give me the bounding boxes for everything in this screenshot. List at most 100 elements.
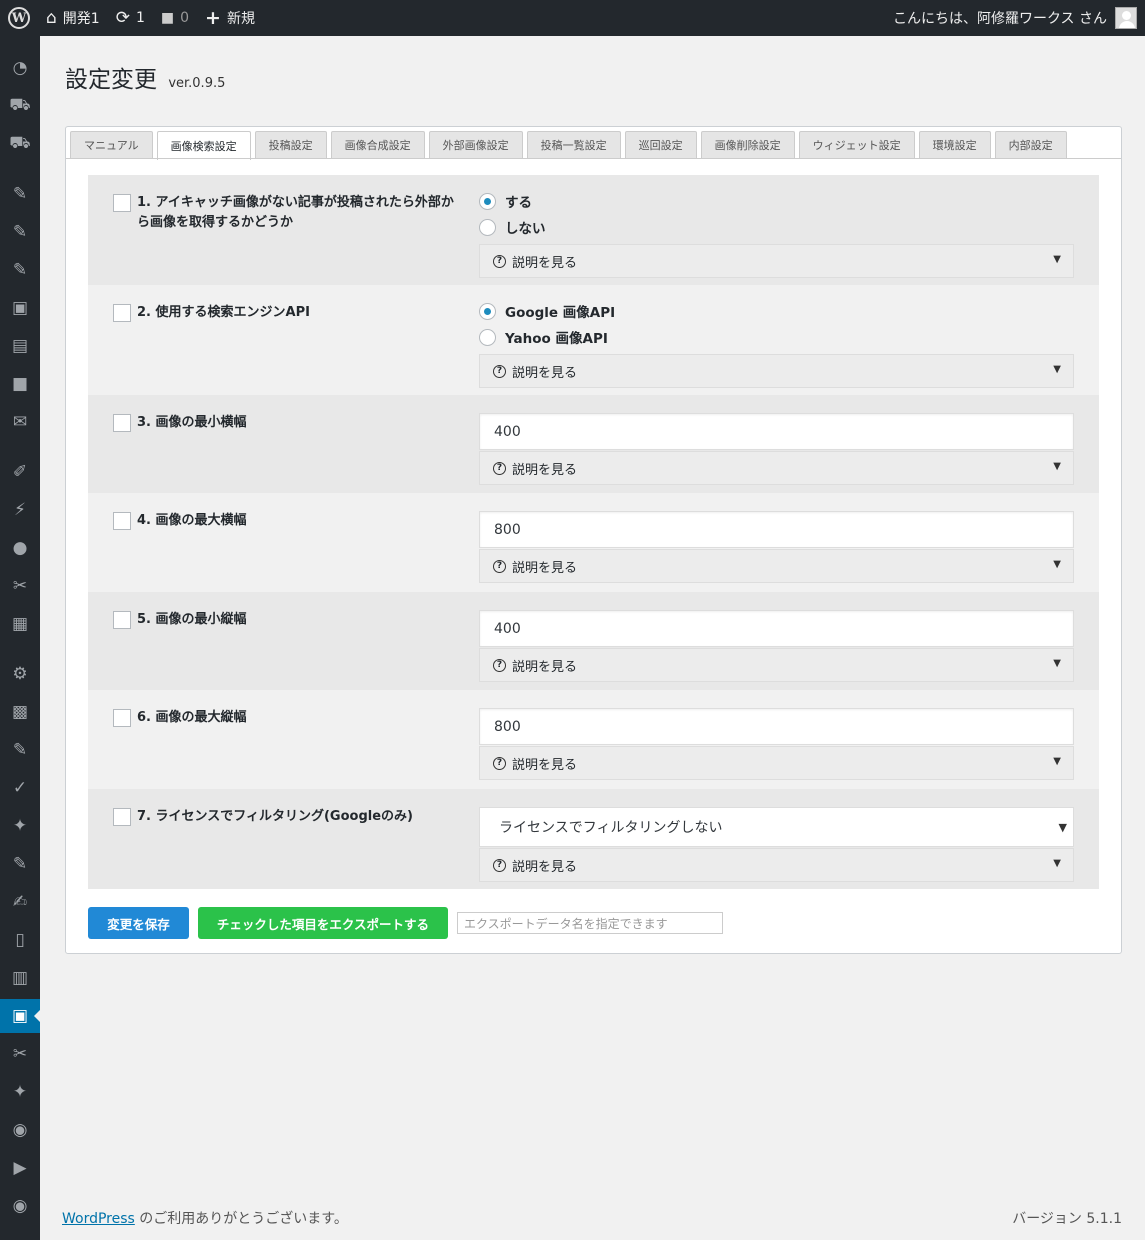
account-menu[interactable]: こんにちは、阿修羅ワークス さん <box>893 7 1145 29</box>
action-bar: 変更を保存 チェックした項目をエクスポートする エクスポートデータ名を指定できま… <box>88 907 723 939</box>
mobile-icon[interactable]: ▯ <box>0 923 40 957</box>
tab-patrol[interactable]: 巡回設定 <box>624 131 697 158</box>
setting-control: 800 ? 説明を見る ▼ <box>479 708 1074 780</box>
radio-option[interactable]: Google 画像API <box>479 298 1074 324</box>
export-name-input[interactable]: エクスポートデータ名を指定できます <box>457 912 723 934</box>
tools-icon[interactable]: ✂ <box>0 569 40 603</box>
help-toggle[interactable]: ? 説明を見る ▼ <box>479 244 1074 278</box>
tab-environment[interactable]: 環境設定 <box>918 131 991 158</box>
help-toggle[interactable]: ? 説明を見る ▼ <box>479 451 1074 485</box>
pin-icon[interactable]: ✎ <box>0 177 40 211</box>
setting-label: 2. 使用する検索エンジンAPI <box>113 303 458 323</box>
setting-label: 1. アイキャッチ画像がない記事が投稿されたら外部から画像を取得するかどうか <box>113 193 458 233</box>
import-icon[interactable]: ▦ <box>0 607 40 641</box>
site-name: 開発1 <box>62 11 100 27</box>
cart-icon[interactable]: ⛟ <box>0 89 40 123</box>
tab-image-delete[interactable]: 画像削除設定 <box>700 131 795 158</box>
wordpress-link[interactable]: WordPress <box>62 1211 135 1227</box>
comments-menu[interactable]: ■ 0 <box>153 0 197 36</box>
help-label: 説明を見る <box>512 365 578 381</box>
pencil-icon[interactable]: ✎ <box>0 733 40 767</box>
tab-post-list[interactable]: 投稿一覧設定 <box>526 131 621 158</box>
tab-internal[interactable]: 内部設定 <box>994 131 1067 158</box>
help-toggle[interactable]: ? 説明を見る ▼ <box>479 648 1074 682</box>
radio-option[interactable]: する <box>479 188 1074 214</box>
help-label: 説明を見る <box>512 859 578 875</box>
help-toggle[interactable]: ? 説明を見る ▼ <box>479 848 1074 882</box>
caret-down-icon: ▼ <box>1053 756 1061 767</box>
home-icon: ⌂ <box>46 8 57 28</box>
radio-option[interactable]: しない <box>479 214 1074 240</box>
new-label: 新規 <box>226 11 255 27</box>
twitter-icon[interactable]: ✦ <box>0 1075 40 1109</box>
tab-external-image[interactable]: 外部画像設定 <box>428 131 523 158</box>
layout-icon[interactable]: ▥ <box>0 961 40 995</box>
help-label: 説明を見る <box>512 462 578 478</box>
radio-button[interactable] <box>479 328 496 346</box>
play-icon[interactable]: ◉ <box>0 1189 40 1223</box>
export-checkbox[interactable] <box>113 808 131 826</box>
qr-icon[interactable]: ▩ <box>0 695 40 729</box>
min-height-input[interactable]: 400 <box>479 610 1074 647</box>
pin-icon[interactable]: ✎ <box>0 215 40 249</box>
media-icon[interactable]: ▣ <box>0 291 40 325</box>
comments-count: 0 <box>180 10 190 26</box>
tab-post[interactable]: 投稿設定 <box>254 131 327 158</box>
mail-icon[interactable]: ✉ <box>0 405 40 439</box>
tab-image-search[interactable]: 画像検索設定 <box>156 131 251 160</box>
export-button[interactable]: チェックした項目をエクスポートする <box>198 907 448 939</box>
appearance-icon[interactable]: ✐ <box>0 455 40 489</box>
help-toggle[interactable]: ? 説明を見る ▼ <box>479 746 1074 780</box>
settings-gear-icon[interactable]: ⚙ <box>0 657 40 691</box>
rss-icon[interactable]: ◉ <box>0 1113 40 1147</box>
site-name-menu[interactable]: ⌂ 開発1 <box>38 0 108 36</box>
tab-image-composite[interactable]: 画像合成設定 <box>330 131 425 158</box>
export-checkbox[interactable] <box>113 194 131 212</box>
tab-manual[interactable]: マニュアル <box>70 131 153 158</box>
export-checkbox[interactable] <box>113 611 131 629</box>
export-checkbox[interactable] <box>113 512 131 530</box>
twitter-icon[interactable]: ✦ <box>0 809 40 843</box>
max-width-input[interactable]: 800 <box>479 511 1074 548</box>
users-icon[interactable]: ● <box>0 531 40 565</box>
updates-menu[interactable]: ⟳ 1 <box>108 0 153 36</box>
check-icon[interactable]: ✓ <box>0 771 40 805</box>
pencil-icon[interactable]: ✎ <box>0 847 40 881</box>
settings-list: 1. アイキャッチ画像がない記事が投稿されたら外部から画像を取得するかどうか す… <box>88 175 1099 889</box>
wp-logo-menu[interactable]: W <box>0 0 38 36</box>
wrench-icon[interactable]: ✂ <box>0 1037 40 1071</box>
question-icon: ? <box>493 756 506 770</box>
wordpress-logo-icon: W <box>8 7 30 29</box>
help-label: 説明を見る <box>512 659 578 675</box>
export-checkbox[interactable] <box>113 709 131 727</box>
setting-row: 4. 画像の最大横幅 800 ? 説明を見る ▼ <box>88 493 1099 592</box>
setting-control: Google 画像API Yahoo 画像API ? 説明を見る ▼ <box>479 298 1074 388</box>
export-checkbox[interactable] <box>113 304 131 322</box>
dashboard-icon[interactable]: ◔ <box>0 51 40 85</box>
new-content-menu[interactable]: + 新規 <box>197 0 263 36</box>
pages-icon[interactable]: ▤ <box>0 329 40 363</box>
plugins-icon[interactable]: ⚡ <box>0 493 40 527</box>
min-width-input[interactable]: 400 <box>479 413 1074 450</box>
youtube-icon[interactable]: ▶ <box>0 1151 40 1185</box>
tab-bar: マニュアル 画像検索設定 投稿設定 画像合成設定 外部画像設定 投稿一覧設定 巡… <box>70 131 1067 160</box>
save-button[interactable]: 変更を保存 <box>88 907 189 939</box>
export-checkbox[interactable] <box>113 414 131 432</box>
current-plugin-icon[interactable]: ▣ <box>0 999 40 1033</box>
license-filter-select[interactable]: ライセンスでフィルタリングしない ▼ <box>479 807 1074 847</box>
comments-icon[interactable]: ■ <box>0 367 40 401</box>
setting-label: 4. 画像の最大横幅 <box>113 511 458 531</box>
radio-button[interactable] <box>479 302 496 320</box>
cart-icon[interactable]: ⛟ <box>0 127 40 161</box>
max-height-input[interactable]: 800 <box>479 708 1074 745</box>
radio-button[interactable] <box>479 218 496 236</box>
radio-option[interactable]: Yahoo 画像API <box>479 324 1074 350</box>
help-toggle[interactable]: ? 説明を見る ▼ <box>479 549 1074 583</box>
tab-widget[interactable]: ウィジェット設定 <box>798 131 915 158</box>
caret-down-icon: ▼ <box>1053 254 1061 265</box>
radio-button[interactable] <box>479 192 496 210</box>
edit-icon[interactable]: ✍ <box>0 885 40 919</box>
pin-icon[interactable]: ✎ <box>0 253 40 287</box>
page-version: ver.0.9.5 <box>168 76 226 91</box>
help-toggle[interactable]: ? 説明を見る ▼ <box>479 354 1074 388</box>
